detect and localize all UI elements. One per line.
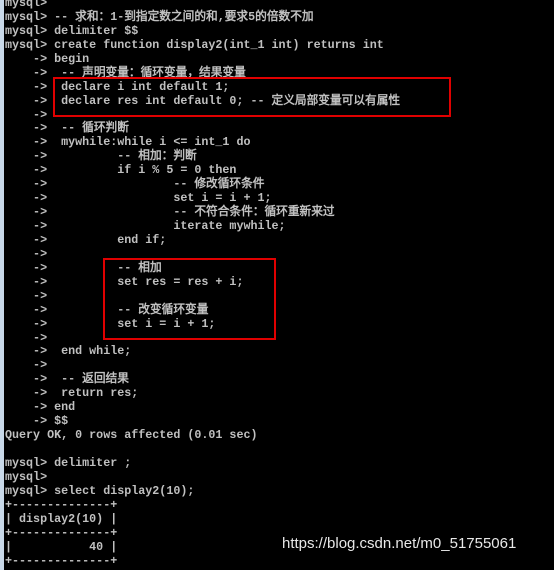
terminal-line: -> iterate mywhile; <box>5 219 286 233</box>
terminal-line: -> end while; <box>5 344 132 359</box>
terminal-line: mysql> -- 求和：1-到指定数之间的和,要求5的倍数不加 <box>5 9 314 24</box>
terminal-line: -> return res; <box>5 386 139 401</box>
terminal-line: mysql> delimiter $$ <box>5 23 139 38</box>
terminal-line: -> -- 修改循环条件 <box>5 177 265 192</box>
terminal-line: -> end if; <box>5 232 167 247</box>
terminal-line: -> <box>5 246 48 261</box>
terminal-line: -> -- 返回结果 <box>5 372 129 387</box>
window-edge <box>0 0 4 570</box>
terminal-line: -> $$ <box>5 414 69 429</box>
watermark: https://blog.csdn.net/m0_51755061 <box>282 535 517 552</box>
terminal-line: -> -- 相加 <box>5 260 162 275</box>
terminal-line: -> begin <box>5 51 90 66</box>
terminal-line: -> <box>5 330 48 345</box>
terminal-line: mysql> <box>5 469 48 484</box>
terminal-line: mysql> select display2(10); <box>5 483 195 498</box>
terminal-line: -> -- 循环判断 <box>5 121 129 136</box>
terminal-line: -> -- 相加：判断 <box>5 149 197 164</box>
terminal-line: -> end <box>5 400 76 415</box>
terminal-line: -> <box>5 288 48 303</box>
terminal-line: mysql> delimiter ; <box>5 455 132 470</box>
terminal-line: Query OK, 0 rows affected (0.01 sec) <box>5 428 258 443</box>
highlight-box-loop-body <box>103 258 276 340</box>
terminal-line: -> -- 改变循环变量 <box>5 302 209 317</box>
terminal-line: -> set i = i + 1; <box>5 316 216 331</box>
terminal-line: +--------------+ <box>5 497 118 512</box>
terminal-line: | display2(10) | <box>5 511 118 526</box>
terminal-line: -> set i = i + 1; <box>5 191 272 206</box>
terminal-line: +--------------+ <box>5 553 118 568</box>
terminal-line: -> set res = res + i; <box>5 274 244 289</box>
terminal-line: -> -- 不符合条件：循环重新来过 <box>5 205 335 220</box>
highlight-box-declare <box>53 77 451 117</box>
terminal-line: mysql> create function display2(int_1 in… <box>5 37 384 52</box>
